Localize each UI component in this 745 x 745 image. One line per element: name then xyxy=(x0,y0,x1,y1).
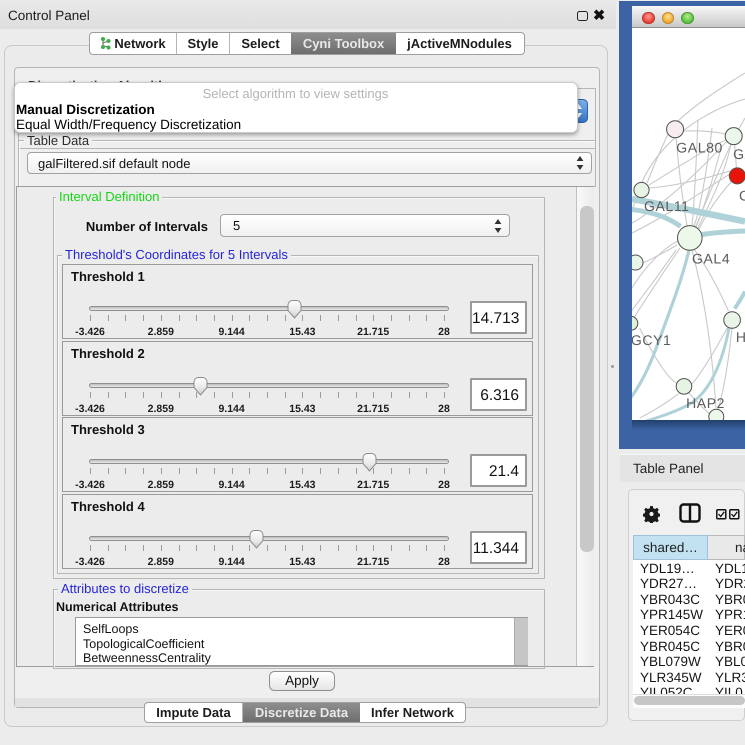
svg-text:GAL4: GAL4 xyxy=(692,251,730,267)
svg-text:HAP2: HAP2 xyxy=(686,395,725,411)
svg-text:GAL80: GAL80 xyxy=(676,140,723,156)
svg-text:CY: CY xyxy=(739,187,745,203)
svg-text:GCY1: GCY1 xyxy=(632,332,671,348)
svg-text:GAL11: GAL11 xyxy=(644,198,690,214)
svg-text:HI: HI xyxy=(736,329,745,345)
svg-text:GA: GA xyxy=(733,146,745,162)
